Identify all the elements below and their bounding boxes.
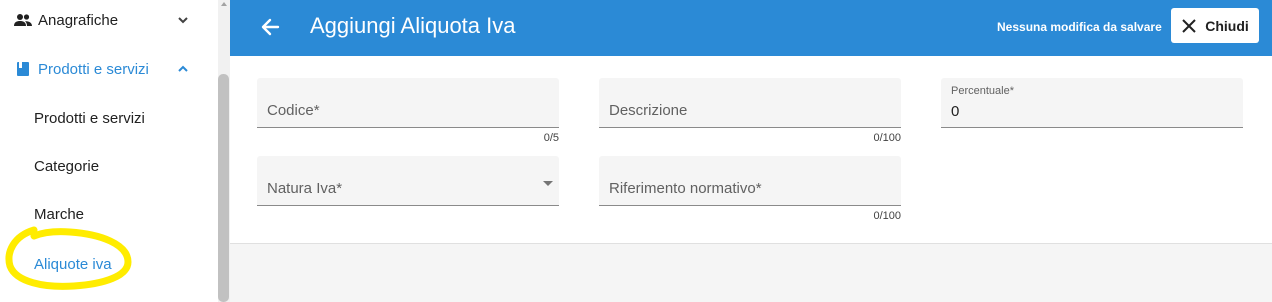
- sidebar-item-anagrafiche[interactable]: Anagrafiche: [0, 0, 210, 40]
- header-bar: Aggiungi Aliquota Iva Nessuna modifica d…: [230, 0, 1272, 56]
- close-button-label: Chiudi: [1205, 17, 1249, 34]
- sidebar: Anagrafiche Prodotti e servizi Prodotti …: [0, 0, 218, 302]
- scroll-up-arrow-icon[interactable]: [221, 2, 227, 6]
- percentuale-field[interactable]: Percentuale* 0: [941, 78, 1243, 128]
- codice-counter: 0/5: [543, 132, 559, 144]
- sidebar-subitem-marche[interactable]: Marche: [34, 206, 84, 223]
- descrizione-field[interactable]: Descrizione: [599, 78, 901, 128]
- natura-iva-label: Natura Iva*: [267, 180, 343, 197]
- sidebar-subitem-aliquote-iva[interactable]: Aliquote iva: [34, 256, 112, 273]
- codice-field[interactable]: Codice*: [257, 78, 559, 128]
- codice-label: Codice*: [267, 102, 320, 119]
- sidebar-scrollbar-thumb[interactable]: [218, 74, 229, 302]
- save-status-text: Nessuna modifica da salvare: [997, 20, 1162, 34]
- descrizione-label: Descrizione: [609, 102, 688, 119]
- sidebar-subitem-categorie[interactable]: Categorie: [34, 158, 99, 175]
- book-icon: [14, 60, 32, 78]
- people-icon: [14, 11, 32, 29]
- chevron-down-icon: [178, 17, 188, 24]
- sidebar-item-prodotti-e-servizi[interactable]: Prodotti e servizi: [0, 49, 210, 89]
- dropdown-arrow-icon: [543, 181, 553, 186]
- percentuale-value: 0: [951, 103, 960, 120]
- chevron-up-icon: [178, 65, 188, 72]
- close-button[interactable]: Chiudi: [1171, 8, 1259, 43]
- riferimento-normativo-field[interactable]: Riferimento normativo*: [599, 156, 901, 206]
- descrizione-counter: 0/100: [873, 132, 901, 144]
- percentuale-label: Percentuale*: [951, 85, 1014, 97]
- natura-iva-select[interactable]: Natura Iva*: [257, 156, 559, 206]
- back-arrow-icon[interactable]: [258, 14, 284, 40]
- page-title: Aggiungi Aliquota Iva: [310, 13, 516, 38]
- main-panel: Aggiungi Aliquota Iva Nessuna modifica d…: [230, 0, 1272, 302]
- riferimento-normativo-counter: 0/100: [873, 210, 901, 222]
- sidebar-item-label: Anagrafiche: [38, 11, 119, 29]
- sidebar-item-label: Prodotti e servizi: [38, 60, 149, 78]
- close-icon: [1182, 18, 1196, 33]
- sidebar-subitem-prodotti-e-servizi[interactable]: Prodotti e servizi: [34, 110, 145, 127]
- riferimento-normativo-label: Riferimento normativo*: [609, 180, 762, 197]
- form-panel: Codice* 0/5 Descrizione 0/100 Percentual…: [230, 56, 1272, 244]
